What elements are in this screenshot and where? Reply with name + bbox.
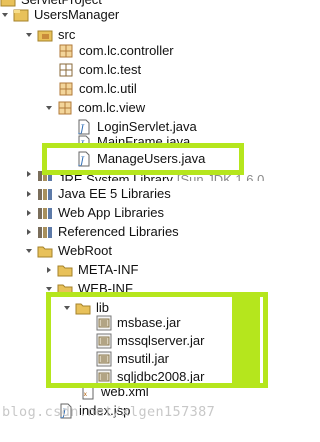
- project-explorer-tree: ServletProject UsersManager src com.lc.c…: [0, 0, 272, 442]
- library-icon: [37, 205, 53, 221]
- chevron-right-icon[interactable]: [24, 167, 34, 181]
- source-folder-icon: [37, 27, 53, 43]
- chevron-down-icon[interactable]: [24, 240, 34, 262]
- folder-icon: [37, 243, 53, 259]
- library-icon: [37, 224, 53, 240]
- highlight-frame-clip: [232, 292, 260, 388]
- chevron-down-icon[interactable]: [44, 97, 54, 119]
- library-icon: [37, 186, 53, 202]
- package-icon: [58, 81, 74, 97]
- project-icon: [13, 7, 29, 23]
- svg-text:x: x: [84, 391, 88, 398]
- package-icon: [58, 62, 74, 78]
- chevron-down-icon[interactable]: [0, 4, 10, 26]
- highlight-frame-manageusers: [42, 143, 244, 175]
- chevron-down-icon[interactable]: [24, 24, 34, 46]
- package-icon: [57, 100, 73, 116]
- tree-item-usersmanager[interactable]: UsersManager: [0, 4, 119, 26]
- watermark-text: blog.csdn.net/xlgen157387: [2, 404, 216, 420]
- folder-icon: [57, 262, 73, 278]
- package-icon: [58, 43, 74, 59]
